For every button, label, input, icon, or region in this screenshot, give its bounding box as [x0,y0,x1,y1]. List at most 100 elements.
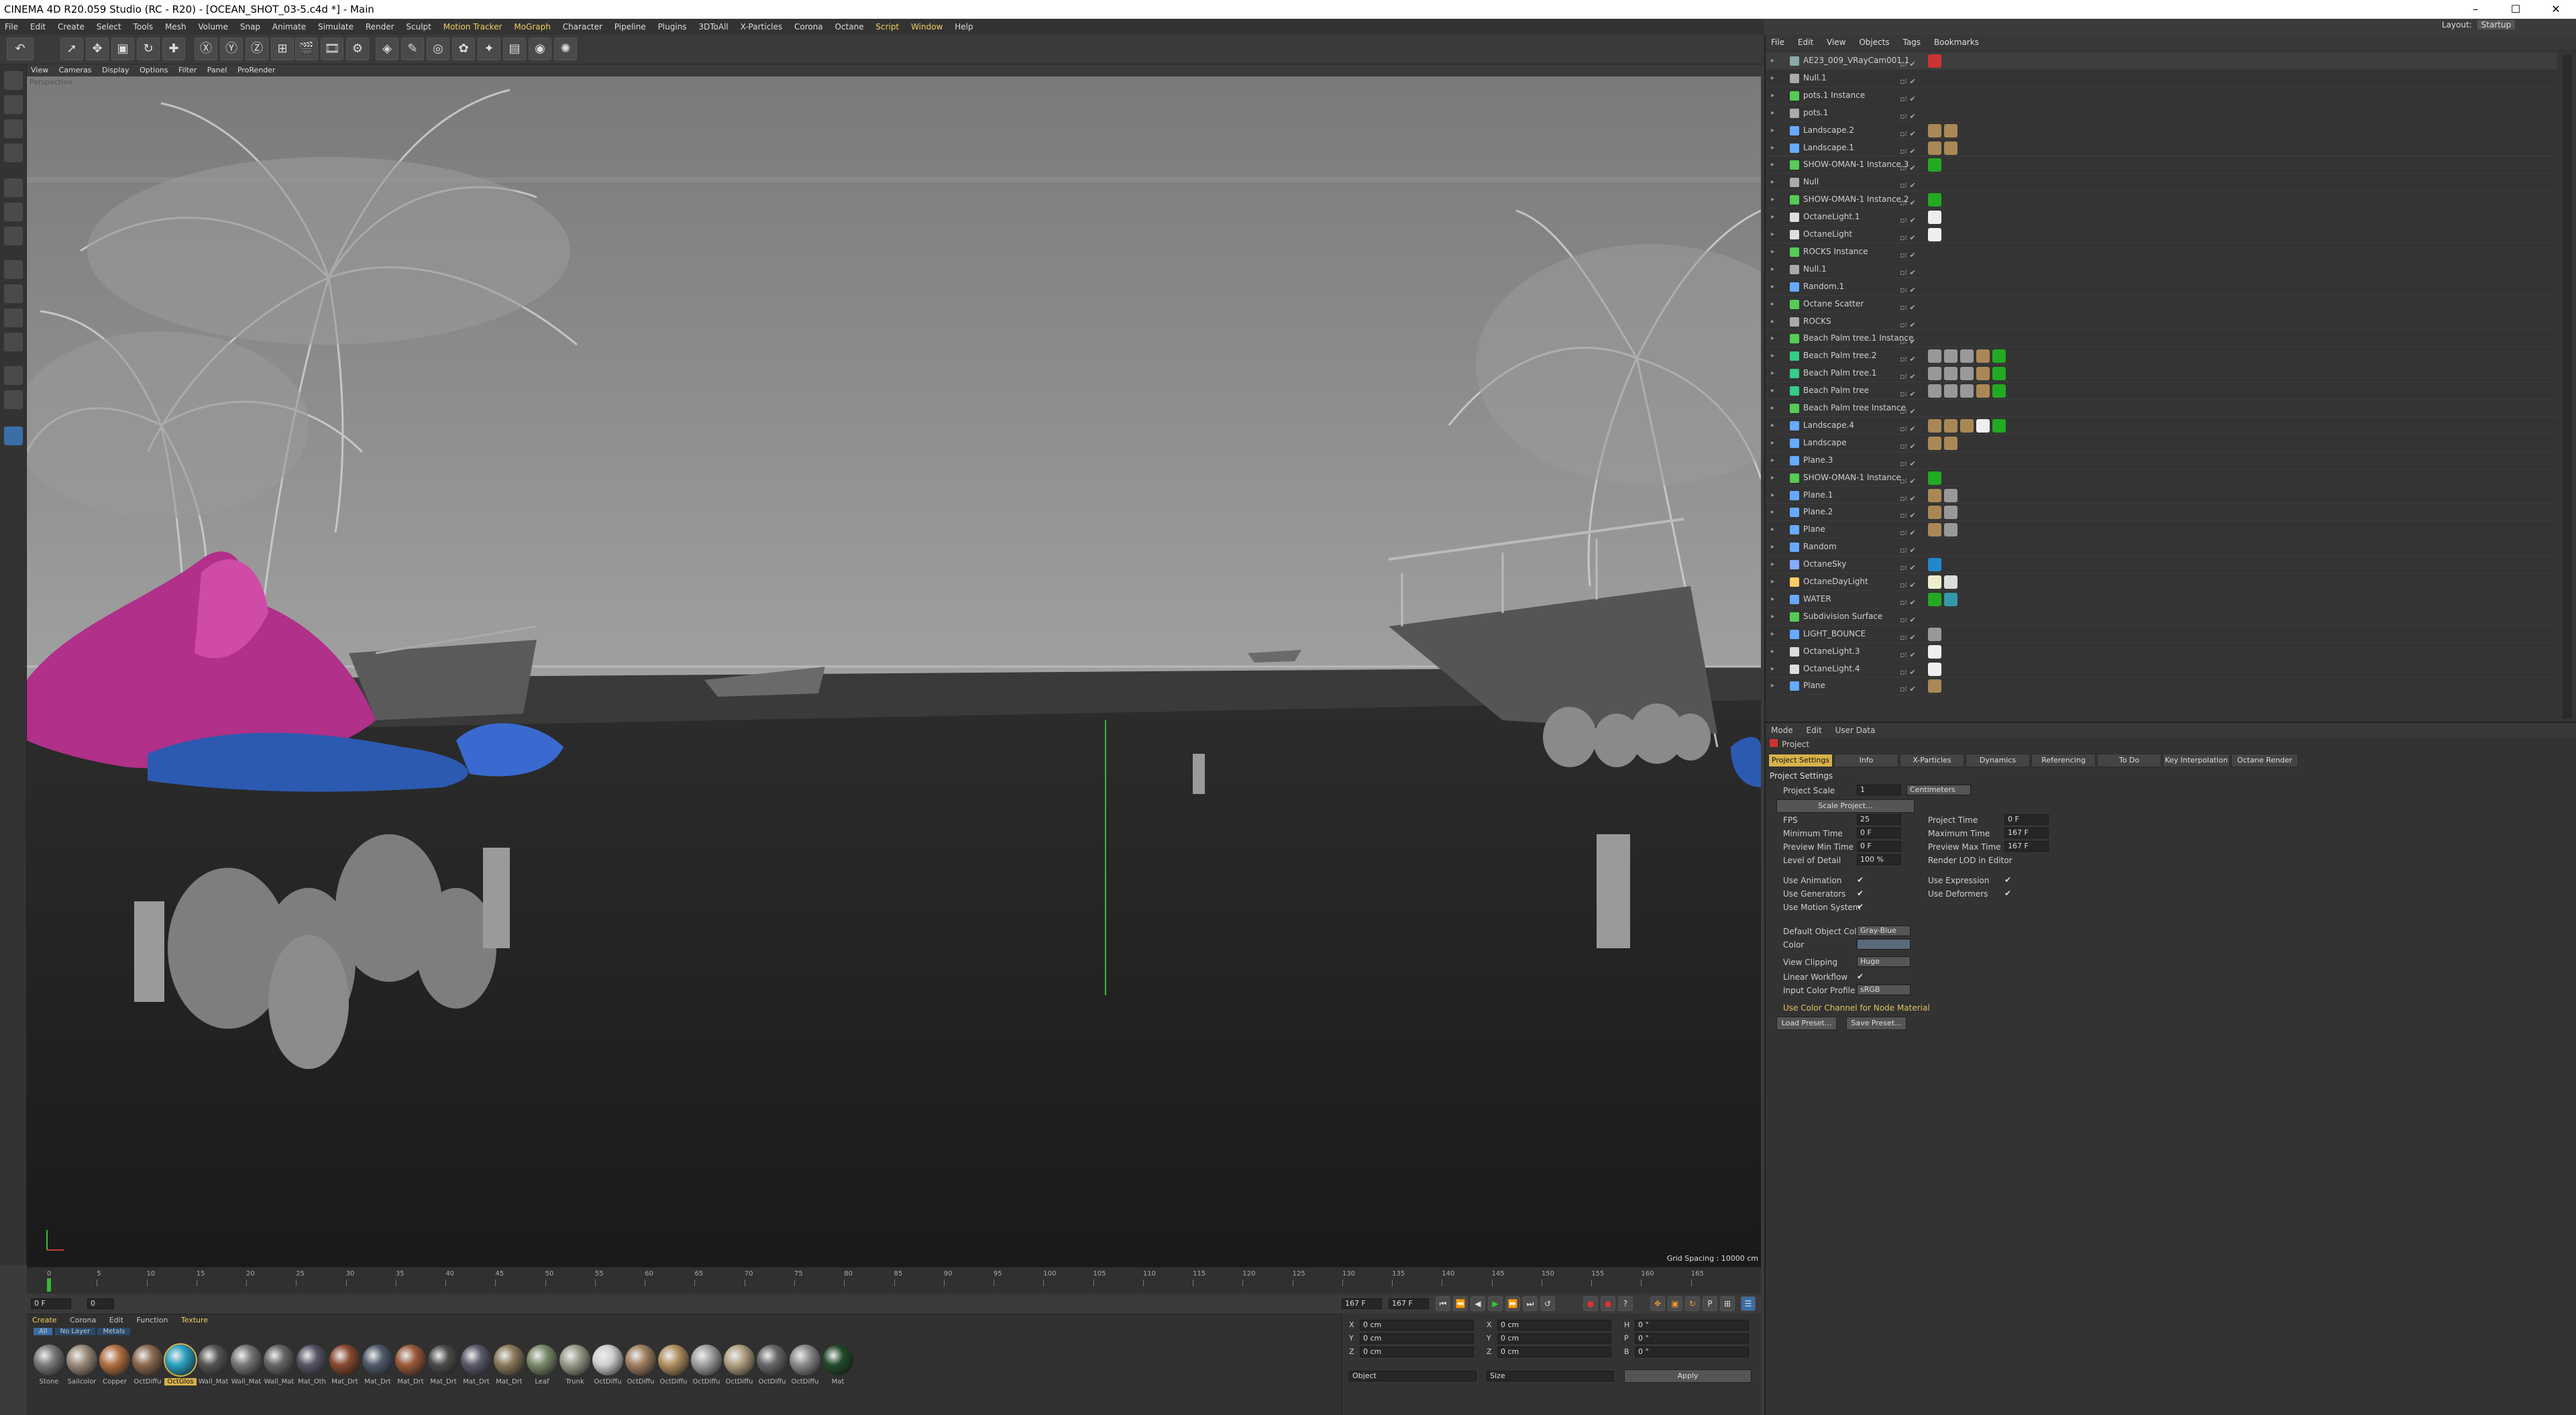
object-tag-icon[interactable] [1992,384,2006,398]
visibility-dots-icon[interactable]: ▫⁝ ✔ [1900,664,1920,677]
attr-field-value[interactable]: 25 [1857,814,1901,825]
expand-arrow-icon[interactable]: ▸ [1771,677,1774,694]
attr-menu-user-data[interactable]: User Data [1835,726,1876,735]
visibility-dots-icon[interactable]: ▫⁝ ✔ [1900,438,1920,451]
visibility-dots-icon[interactable]: ▫⁝ ✔ [1900,177,1920,190]
object-tag-icon[interactable] [1928,471,1941,485]
object-tag-icon[interactable] [1928,367,1941,381]
menu-x-particles[interactable]: X-Particles [741,22,783,32]
object-row[interactable]: ▸ Beach Palm tree.1 ▫⁝ ✔ [1766,365,2557,383]
material-thumbnail[interactable] [790,1345,820,1375]
material-thumbnail[interactable] [494,1345,525,1375]
expand-arrow-icon[interactable]: ▸ [1771,573,1774,590]
3d-viewport[interactable]: Grid Spacing : 10000 cm Perspective [27,76,1761,1267]
subdivision-icon[interactable]: ◎ [427,38,449,60]
object-tag-icon[interactable] [1944,575,1957,589]
object-row[interactable]: ▸ Octane Scatter ▫⁝ ✔ [1766,296,2557,313]
maximize-button[interactable]: ☐ [2496,0,2536,19]
minimize-button[interactable]: – [2455,0,2496,19]
expand-arrow-icon[interactable]: ▸ [1771,70,1774,87]
coord-value-field[interactable]: 0 cm [1360,1320,1474,1331]
current-frame-field[interactable]: 0 F [31,1298,71,1309]
attr-field-value[interactable]: 100 % [1857,854,1901,865]
attr-checkbox[interactable]: ✔ [1857,889,1866,898]
visibility-dots-icon[interactable]: ▫⁝ ✔ [1900,559,1920,572]
expand-arrow-icon[interactable]: ▸ [1771,191,1774,208]
menu-plugins[interactable]: Plugins [658,22,687,32]
object-row[interactable]: ▸ Beach Palm tree.1 Instance ▫⁝ ✔ [1766,330,2557,348]
object-tag-icon[interactable] [1928,488,1941,502]
input-color-profile-select[interactable]: sRGB [1857,984,1911,995]
autokey-icon[interactable]: ● [1601,1296,1615,1311]
expand-arrow-icon[interactable]: ▸ [1771,556,1774,573]
menu-volume[interactable]: Volume [198,22,228,32]
end-frame-field[interactable]: 167 F [1342,1298,1382,1309]
visibility-dots-icon[interactable]: ▫⁝ ✔ [1900,612,1920,624]
object-tag-icon[interactable] [1928,679,1941,693]
expand-arrow-icon[interactable]: ▸ [1771,591,1774,608]
menu-file[interactable]: File [5,22,18,32]
expand-arrow-icon[interactable]: ▸ [1771,174,1774,190]
material-thumbnail[interactable] [395,1345,426,1375]
material-menu-function[interactable]: Function [137,1316,168,1324]
menu-3dtoall[interactable]: 3DToAll [698,22,728,32]
menu-snap[interactable]: Snap [240,22,260,32]
object-row[interactable]: ▸ Landscape ▫⁝ ✔ [1766,435,2557,452]
object-tag-icon[interactable] [1928,627,1941,641]
menu-help[interactable]: Help [955,22,973,32]
object-tag-icon[interactable] [1944,592,1957,606]
object-row[interactable]: ▸ Beach Palm tree Instance ▫⁝ ✔ [1766,400,2557,417]
viewport-menu-panel[interactable]: Panel [207,66,227,74]
object-row[interactable]: ▸ Plane.1 ▫⁝ ✔ [1766,487,2557,504]
snap-icon[interactable] [4,308,23,327]
attr-tab[interactable]: Key Interpolation [2163,754,2230,767]
object-row[interactable]: ▸ Subdivision Surface ▫⁝ ✔ [1766,608,2557,626]
menu-sculpt[interactable]: Sculpt [406,22,431,32]
object-tag-icon[interactable] [1944,123,1957,137]
visibility-dots-icon[interactable]: ▫⁝ ✔ [1900,212,1920,225]
visibility-dots-icon[interactable]: ▫⁝ ✔ [1900,125,1920,138]
object-tag-icon[interactable] [1944,141,1957,155]
object-tag-icon[interactable] [1928,349,1941,363]
object-tag-icon[interactable] [1944,506,1957,520]
attr-tab[interactable]: Info [1834,754,1898,767]
x-axis-icon[interactable]: Ⓧ [195,38,217,60]
object-row[interactable]: ▸ Plane ▫⁝ ✔ [1766,521,2557,539]
material-thumbnail[interactable] [231,1345,262,1375]
y-axis-icon[interactable]: Ⓨ [220,38,243,60]
object-tag-icon[interactable] [1928,211,1941,225]
objects-menu-edit[interactable]: Edit [1798,38,1813,47]
object-tag-icon[interactable] [1960,384,1974,398]
scale-icon[interactable]: ▣ [111,38,134,60]
object-row[interactable]: ▸ Beach Palm tree ▫⁝ ✔ [1766,382,2557,400]
node-material-checkbox[interactable] [1943,1003,1952,1012]
object-row[interactable]: ▸ Landscape.2 ▫⁝ ✔ [1766,122,2557,139]
menu-corona[interactable]: Corona [794,22,823,32]
visibility-dots-icon[interactable]: ▫⁝ ✔ [1900,247,1920,260]
visibility-dots-icon[interactable]: ▫⁝ ✔ [1900,143,1920,156]
go-to-start-icon[interactable]: ⏮ [1436,1296,1450,1311]
render-lod-checkbox[interactable] [2004,855,2014,864]
visibility-dots-icon[interactable]: ▫⁝ ✔ [1900,646,1920,659]
default-object-color-select[interactable]: Gray-Blue [1857,925,1911,936]
apply-button[interactable]: Apply [1624,1369,1752,1383]
menu-motion-tracker[interactable]: Motion Tracker [443,22,502,32]
coord-value-field[interactable]: 0 cm [1497,1333,1611,1344]
visibility-dots-icon[interactable]: ▫⁝ ✔ [1900,56,1920,68]
object-row[interactable]: ▸ OctaneLight.1 ▫⁝ ✔ [1766,209,2557,226]
object-tag-icon[interactable] [1992,418,2006,433]
expand-arrow-icon[interactable]: ▸ [1771,626,1774,642]
expand-arrow-icon[interactable]: ▸ [1771,382,1774,399]
object-tag-icon[interactable] [1928,123,1941,137]
deformer-icon[interactable]: ✦ [478,38,500,60]
object-row[interactable]: ▸ pots.1 Instance ▫⁝ ✔ [1766,87,2557,105]
object-tag-icon[interactable] [1928,644,1941,659]
object-row[interactable]: ▸ Landscape.1 ▫⁝ ✔ [1766,139,2557,157]
expand-arrow-icon[interactable]: ▸ [1771,661,1774,677]
attr-tab[interactable]: Referencing [2031,754,2096,767]
pen-icon[interactable]: ✎ [401,38,424,60]
object-tag-icon[interactable] [1944,384,1957,398]
expand-arrow-icon[interactable]: ▸ [1771,209,1774,225]
material-thumbnail[interactable] [329,1345,360,1375]
coord-value-field[interactable]: 0 ° [1635,1347,1749,1357]
